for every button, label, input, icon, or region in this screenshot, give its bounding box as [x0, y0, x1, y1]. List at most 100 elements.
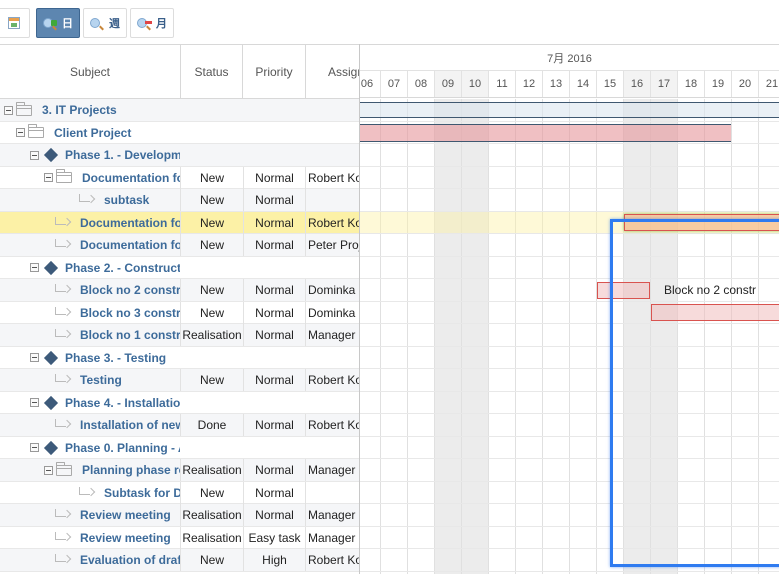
table-row[interactable]: Planning phase re Realisation Normal Manage…: [0, 459, 360, 482]
table-row[interactable]: 3. IT Projects: [0, 99, 360, 122]
dependency-link[interactable]: [610, 218, 779, 567]
subject-cell[interactable]: Block no 2 constr: [0, 279, 180, 301]
zoom-week-button[interactable]: 週: [83, 8, 127, 38]
subject-label[interactable]: Documentation for: [80, 238, 180, 252]
table-row[interactable]: Subtask for DoNewNormal: [0, 481, 360, 504]
priority-cell[interactable]: Normal: [243, 166, 305, 189]
assignee-cell[interactable]: Dominka S: [305, 301, 360, 324]
subject-cell[interactable]: Phase 3. - Testing: [0, 347, 180, 369]
priority-cell[interactable]: Normal: [243, 459, 305, 481]
subject-cell[interactable]: Review meeting: [0, 504, 180, 526]
column-header-priority[interactable]: Priority: [243, 45, 306, 98]
collapse-toggle-icon[interactable]: [4, 105, 13, 115]
assignee-cell[interactable]: Manager F: [305, 526, 360, 549]
subject-cell[interactable]: Block no 3 constr: [0, 302, 180, 324]
collapse-toggle-icon[interactable]: [30, 263, 39, 272]
subject-label[interactable]: Evaluation of draf: [80, 553, 180, 567]
subject-cell[interactable]: Phase 0. Planning - Analysis: [0, 437, 180, 459]
collapse-toggle-icon[interactable]: [30, 443, 39, 452]
subject-cell[interactable]: Phase 1. - Development: [0, 144, 180, 166]
subject-label[interactable]: Client Project: [54, 126, 131, 140]
column-header-status[interactable]: Status: [181, 45, 243, 98]
subject-label[interactable]: Phase 1. - Development: [65, 148, 180, 162]
status-cell[interactable]: Realisation: [180, 504, 243, 526]
assignee-cell[interactable]: Peter Proje: [305, 234, 360, 256]
priority-cell[interactable]: Normal: [243, 481, 305, 504]
subject-cell[interactable]: Block no 1 constr: [0, 324, 180, 346]
status-cell[interactable]: New: [180, 234, 243, 256]
table-row[interactable]: Documentation for New Normal Robert Ko: [0, 211, 360, 234]
table-row[interactable]: Phase 3. - Testing: [0, 347, 360, 369]
status-cell[interactable]: New: [180, 301, 243, 324]
table-row[interactable]: Evaluation of draf New High Robert Ko: [0, 549, 360, 572]
priority-cell[interactable]: Normal: [243, 301, 305, 324]
subject-cell[interactable]: subtask: [0, 189, 180, 211]
subject-cell[interactable]: Planning phase re: [0, 459, 180, 481]
table-row[interactable]: Block no 3 constrNewNormalDominka S: [0, 301, 360, 324]
priority-cell[interactable]: Normal: [243, 211, 305, 234]
table-row[interactable]: Documentation for New Normal Robert Ko: [0, 166, 360, 189]
status-cell[interactable]: New: [180, 166, 243, 189]
collapse-toggle-icon[interactable]: [44, 465, 53, 475]
subject-cell[interactable]: Documentation for: [0, 212, 180, 234]
priority-cell[interactable]: High: [243, 549, 305, 571]
subject-label[interactable]: Planning phase re: [82, 463, 180, 477]
status-cell[interactable]: New: [180, 369, 243, 391]
status-cell[interactable]: New: [180, 481, 243, 504]
subject-cell[interactable]: 3. IT Projects: [0, 99, 180, 121]
status-cell[interactable]: New: [180, 189, 243, 211]
subject-cell[interactable]: Evaluation of draf: [0, 549, 180, 571]
collapse-toggle-icon[interactable]: [30, 398, 39, 407]
column-header-subject[interactable]: Subject: [0, 45, 181, 98]
collapse-toggle-icon[interactable]: [16, 128, 25, 137]
assignee-cell[interactable]: Robert Ko: [305, 166, 360, 189]
priority-cell[interactable]: Normal: [243, 324, 305, 346]
priority-cell[interactable]: Normal: [243, 414, 305, 436]
table-row[interactable]: subtask New Normal: [0, 189, 360, 212]
table-row[interactable]: Review meeting Realisation Easy task Manage…: [0, 526, 360, 549]
subject-label[interactable]: Phase 2. - Construction: [65, 261, 180, 275]
table-row[interactable]: Documentation forNewNormalPeter Proje: [0, 234, 360, 257]
assignee-cell[interactable]: [305, 481, 360, 504]
subject-cell[interactable]: Review meeting: [0, 527, 180, 549]
subject-label[interactable]: Phase 4. - Installation: [65, 396, 180, 410]
status-cell[interactable]: New: [180, 211, 243, 234]
collapse-toggle-icon[interactable]: [44, 173, 53, 182]
assignee-cell[interactable]: Dominka S: [305, 279, 360, 301]
column-header-assignee[interactable]: Assignee: [306, 45, 360, 98]
subject-label[interactable]: Block no 2 constr: [80, 283, 180, 297]
subject-label[interactable]: Review meeting: [80, 531, 171, 545]
status-cell[interactable]: New: [180, 279, 243, 301]
subject-cell[interactable]: Documentation for: [0, 167, 180, 189]
subject-label[interactable]: Block no 3 constr: [80, 306, 180, 320]
table-row[interactable]: Block no 2 constrNewNormalDominka S: [0, 279, 360, 302]
subject-cell[interactable]: Installation of new: [0, 414, 180, 436]
project-bar[interactable]: [360, 102, 779, 119]
collapse-toggle-icon[interactable]: [30, 150, 39, 160]
subject-cell[interactable]: Documentation for: [0, 234, 180, 256]
status-cell[interactable]: New: [180, 549, 243, 571]
subject-label[interactable]: Block no 1 constr: [80, 328, 180, 342]
status-cell[interactable]: Realisation: [180, 526, 243, 549]
table-row[interactable]: Block no 1 constr Realisation Normal Manage…: [0, 324, 360, 347]
assignee-cell[interactable]: Manager M: [305, 459, 360, 481]
priority-cell[interactable]: Normal: [243, 234, 305, 256]
subject-label[interactable]: Phase 3. - Testing: [65, 351, 166, 365]
subject-label[interactable]: Review meeting: [80, 508, 171, 522]
subject-label[interactable]: Testing: [80, 373, 122, 387]
subject-label[interactable]: Installation of new: [80, 418, 180, 432]
status-cell[interactable]: Realisation: [180, 324, 243, 346]
assignee-cell[interactable]: Robert Ko: [305, 549, 360, 571]
assignee-cell[interactable]: [305, 189, 360, 211]
table-row[interactable]: Testing New Normal Robert Ko: [0, 369, 360, 392]
table-row[interactable]: Installation of new Done Normal Robert Ko: [0, 414, 360, 437]
priority-cell[interactable]: Normal: [243, 504, 305, 526]
priority-cell[interactable]: Normal: [243, 279, 305, 301]
priority-cell[interactable]: Normal: [243, 369, 305, 391]
table-row[interactable]: Phase 2. - Construction: [0, 257, 360, 279]
zoom-day-button[interactable]: 日: [36, 8, 80, 38]
table-row[interactable]: Phase 4. - Installation: [0, 392, 360, 414]
assignee-cell[interactable]: Robert Ko: [305, 414, 360, 436]
table-row[interactable]: Phase 1. - Development: [0, 144, 360, 167]
subject-cell[interactable]: Subtask for Do: [0, 482, 180, 504]
